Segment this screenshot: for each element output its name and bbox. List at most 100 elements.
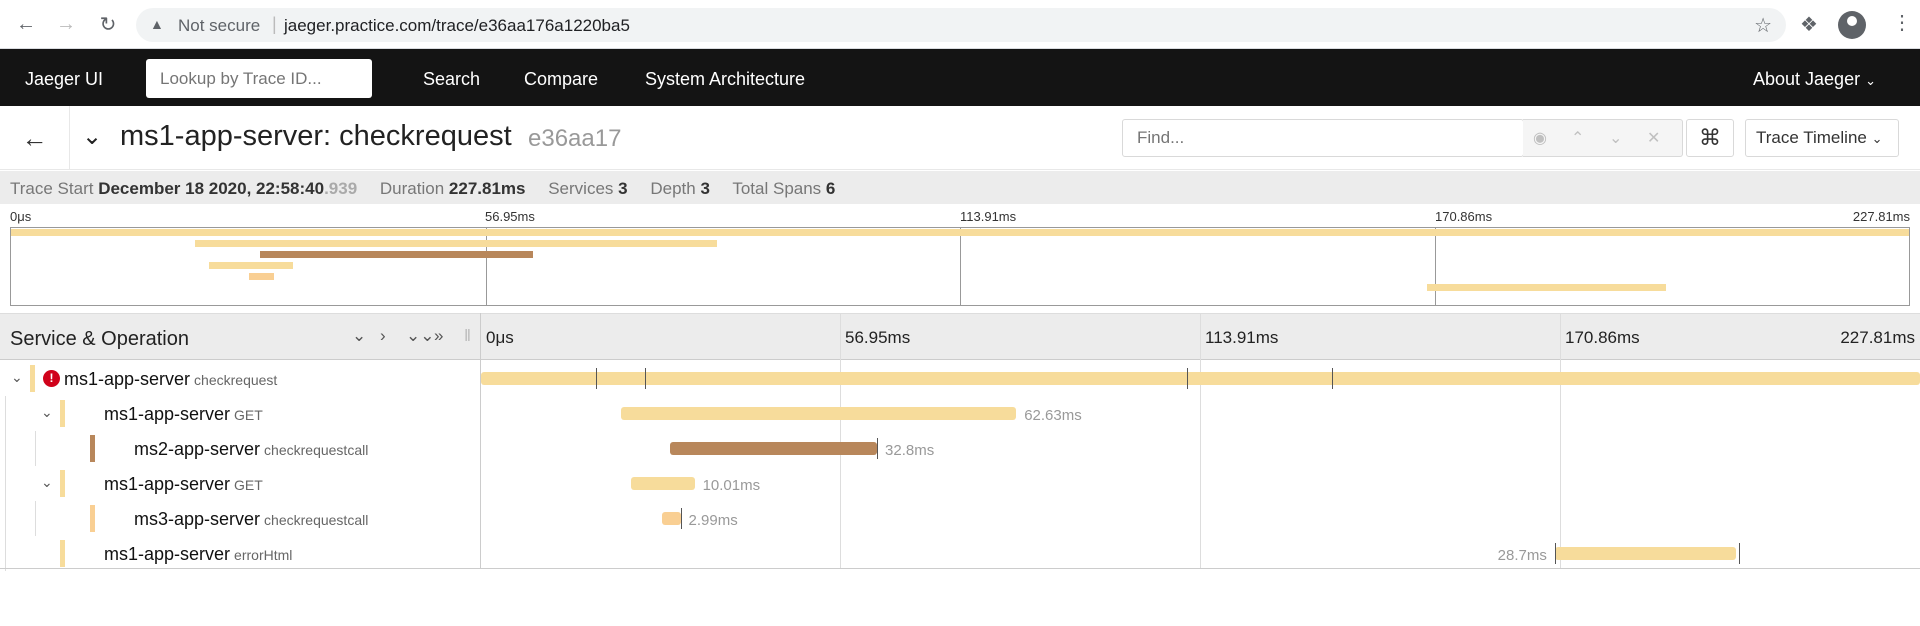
forward-arrow-icon[interactable]: → <box>52 10 80 38</box>
minimap-span-bar <box>260 251 534 258</box>
trace-start: Trace Start December 18 2020, 22:58:40.9… <box>10 179 357 198</box>
indent-guide <box>5 536 6 571</box>
operation-name: GET <box>234 407 263 423</box>
timeline-header: Service & Operation ⌄ › ⌄⌄ » ‖ 0μs 56.95… <box>0 313 1920 360</box>
operation-name: checkrequestcall <box>264 512 369 528</box>
minimap-tick: 0μs <box>10 209 32 224</box>
span-name-cell[interactable]: ms3-app-server checkrequestcall <box>0 501 480 536</box>
trace-start-ms: .939 <box>324 179 358 198</box>
nav-link-search[interactable]: Search <box>423 69 480 90</box>
span-service-name[interactable]: ms1-app-server errorHtml <box>104 544 292 565</box>
span-name-cell[interactable]: ⌄ ms1-app-server GET <box>0 466 480 501</box>
span-row[interactable]: ⌄! ms1-app-server checkrequest <box>0 361 1920 396</box>
span-duration-bar[interactable] <box>631 477 695 490</box>
depth-value: 3 <box>700 179 710 198</box>
span-log-marker[interactable] <box>877 438 879 459</box>
expand-all-icon[interactable]: » <box>434 326 443 346</box>
span-duration-label: 2.99ms <box>688 512 738 529</box>
minimap-canvas[interactable] <box>10 227 1910 306</box>
indent-guide <box>5 396 6 431</box>
span-service-name[interactable]: ms1-app-server GET <box>104 474 263 495</box>
service-name: ms1-app-server <box>104 404 231 424</box>
trace-start-label: Trace Start <box>10 179 94 198</box>
span-service-name[interactable]: ms1-app-server checkrequest <box>64 369 277 390</box>
span-toggle-chevron-icon[interactable]: ⌄ <box>41 404 53 421</box>
trace-short-id: e36aa17 <box>528 125 622 152</box>
back-button[interactable]: ← <box>0 106 70 170</box>
minimap-tick: 227.81ms <box>1852 209 1910 224</box>
brand-link[interactable]: Jaeger UI <box>25 69 103 90</box>
span-log-marker[interactable] <box>1554 543 1556 564</box>
profile-avatar-icon[interactable] <box>1838 11 1866 39</box>
error-icon: ! <box>43 370 60 387</box>
service-name: ms1-app-server <box>104 544 231 564</box>
minimap-span-bar <box>1427 284 1667 291</box>
nav-link-system-architecture[interactable]: System Architecture <box>645 69 805 90</box>
find-input[interactable] <box>1123 120 1523 156</box>
chevron-up-icon[interactable]: ⌃ <box>1571 128 1584 148</box>
find-box <box>1122 119 1524 157</box>
nav-link-compare[interactable]: Compare <box>524 69 598 90</box>
span-service-name[interactable]: ms2-app-server checkrequestcall <box>134 439 368 460</box>
span-toggle-chevron-icon[interactable]: ⌄ <box>11 369 23 386</box>
trace-title: ms1-app-server: checkrequest <box>120 120 512 152</box>
collapse-header-chevron-icon[interactable]: ⌄ <box>82 122 102 151</box>
timeline-bottom-border <box>0 568 1920 569</box>
minimap-gridline <box>960 228 961 305</box>
operation-name: checkrequest <box>194 372 278 388</box>
collapse-all-icon[interactable]: ⌄⌄ <box>406 326 435 346</box>
span-log-marker[interactable] <box>680 508 682 529</box>
arrow-left-icon: ← <box>21 122 48 153</box>
reload-icon[interactable]: ↻ <box>94 10 122 38</box>
trace-id-lookup-input[interactable] <box>146 59 372 98</box>
span-duration-bar[interactable] <box>620 407 1017 420</box>
extensions-puzzle-icon[interactable]: ❖ <box>1800 12 1818 37</box>
address-bar[interactable]: ▲ Not secure | jaeger.practice.com/trace… <box>136 8 1786 42</box>
service-operation-title: Service & Operation <box>10 328 189 350</box>
span-name-cell[interactable]: ms2-app-server checkrequestcall <box>0 431 480 466</box>
browser-menu-icon[interactable]: ⋮ <box>1892 10 1912 35</box>
span-duration-bar[interactable] <box>661 512 681 525</box>
span-log-marker[interactable] <box>644 368 646 389</box>
span-row[interactable]: ms3-app-server checkrequestcall 2.99ms <box>0 501 1920 536</box>
span-log-marker[interactable] <box>1739 543 1741 564</box>
span-service-name[interactable]: ms3-app-server checkrequestcall <box>134 509 368 530</box>
span-log-marker[interactable] <box>1331 368 1333 389</box>
back-arrow-icon[interactable]: ← <box>12 10 40 38</box>
view-mode-dropdown[interactable]: Trace Timeline ⌄ <box>1745 119 1899 157</box>
expand-one-icon[interactable]: › <box>380 326 386 346</box>
span-duration-bar[interactable] <box>669 442 878 455</box>
services-label: Services <box>548 179 614 198</box>
span-row[interactable]: ⌄ ms1-app-server GET 62.63ms <box>0 396 1920 431</box>
span-service-name[interactable]: ms1-app-server GET <box>104 404 263 425</box>
about-jaeger-menu[interactable]: About Jaeger ⌄ <box>1753 69 1876 90</box>
minimap-tick: 113.91ms <box>960 209 1017 224</box>
duration-label: Duration <box>379 179 445 198</box>
span-row[interactable]: ms1-app-server errorHtml 28.7ms <box>0 536 1920 571</box>
indent-guide <box>5 466 6 501</box>
url-text[interactable]: jaeger.practice.com/trace/e36aa176a1220b… <box>284 16 630 36</box>
service-name: ms1-app-server <box>64 369 191 389</box>
keyboard-shortcuts-button[interactable]: ⌘ <box>1686 119 1734 157</box>
span-toggle-chevron-icon[interactable]: ⌄ <box>41 474 53 491</box>
span-name-cell[interactable]: ms1-app-server errorHtml <box>0 536 480 571</box>
indent-guide <box>5 501 6 536</box>
span-log-marker[interactable] <box>1186 368 1188 389</box>
bookmark-star-icon[interactable]: ☆ <box>1754 13 1772 38</box>
chevron-down-icon[interactable]: ⌄ <box>1609 128 1622 148</box>
service-name: ms1-app-server <box>104 474 231 494</box>
span-row[interactable]: ⌄ ms1-app-server GET 10.01ms <box>0 466 1920 501</box>
span-log-marker[interactable] <box>595 368 597 389</box>
span-duration-bar[interactable] <box>481 372 1920 385</box>
timeline-tick: 227.81ms <box>1840 328 1915 347</box>
column-resizer-icon[interactable]: ‖ <box>464 326 471 346</box>
span-duration-bar[interactable] <box>1554 547 1737 560</box>
collapse-one-icon[interactable]: ⌄ <box>352 326 366 346</box>
span-name-cell[interactable]: ⌄ ms1-app-server GET <box>0 396 480 431</box>
clear-x-icon[interactable]: ✕ <box>1647 128 1660 148</box>
eye-icon[interactable]: ◉ <box>1533 128 1547 148</box>
span-row[interactable]: ms2-app-server checkrequestcall 32.8ms <box>0 431 1920 466</box>
trace-page-header: ← ⌄ ms1-app-server: checkrequest e36aa17… <box>0 106 1920 170</box>
service-color-stripe <box>60 540 65 567</box>
span-name-cell[interactable]: ⌄! ms1-app-server checkrequest <box>0 361 480 396</box>
